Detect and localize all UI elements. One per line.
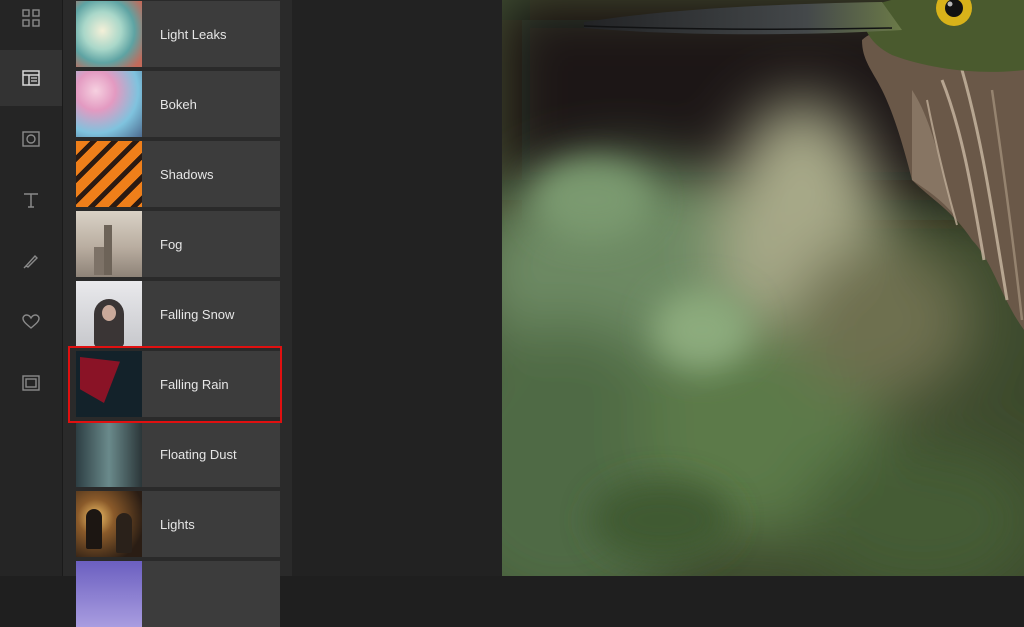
effect-label: Falling Rain <box>160 376 229 392</box>
panel-gap <box>292 0 502 576</box>
photo-canvas[interactable] <box>502 0 1024 576</box>
heart-icon <box>22 314 40 329</box>
brush-icon <box>23 254 38 269</box>
lights-thumbnail <box>76 491 142 557</box>
effect-fog[interactable]: Fog <box>76 211 280 277</box>
frame-circle-icon <box>22 131 40 147</box>
border-icon <box>22 375 40 391</box>
grid-icon <box>22 9 40 27</box>
floating-dust-thumbnail <box>76 421 142 487</box>
effect-label: Falling Snow <box>160 306 235 322</box>
effect-next-partial[interactable] <box>76 561 280 627</box>
falling-snow-thumbnail <box>76 281 142 347</box>
text-icon <box>24 193 38 208</box>
effect-label: Fog <box>160 236 183 252</box>
favorites-button[interactable] <box>0 294 62 350</box>
bokeh-thumbnail <box>76 71 142 137</box>
brush-button[interactable] <box>0 233 62 289</box>
next-effect-thumbnail <box>76 561 142 627</box>
effect-light-leaks[interactable]: Light Leaks <box>76 1 280 67</box>
effects-panel: Light Leaks Bokeh Shadows Fog Falling Sn… <box>63 0 292 627</box>
effect-shadows[interactable]: Shadows <box>76 141 280 207</box>
falling-rain-thumbnail <box>76 351 142 417</box>
light-leaks-thumbnail <box>76 1 142 67</box>
effects-panel-icon <box>22 70 40 86</box>
frames-button[interactable] <box>0 111 62 167</box>
effect-label: Shadows <box>160 166 214 182</box>
effect-label: Light Leaks <box>160 26 227 42</box>
tool-rail <box>0 0 63 576</box>
effect-lights[interactable]: Lights <box>76 491 280 557</box>
effect-falling-rain[interactable]: Falling Rain <box>76 351 280 417</box>
effect-label: Lights <box>160 516 195 532</box>
grid-button[interactable] <box>0 0 62 46</box>
effect-falling-snow[interactable]: Falling Snow <box>76 281 280 347</box>
effect-label: Bokeh <box>160 96 197 112</box>
photo-heron <box>502 0 1024 576</box>
borders-button[interactable] <box>0 355 62 411</box>
effect-bokeh[interactable]: Bokeh <box>76 71 280 137</box>
effect-floating-dust[interactable]: Floating Dust <box>76 421 280 487</box>
shadows-thumbnail <box>76 141 142 207</box>
text-button[interactable] <box>0 172 62 228</box>
fog-thumbnail <box>76 211 142 277</box>
effect-label: Floating Dust <box>160 446 237 462</box>
effects-button[interactable] <box>0 50 62 106</box>
